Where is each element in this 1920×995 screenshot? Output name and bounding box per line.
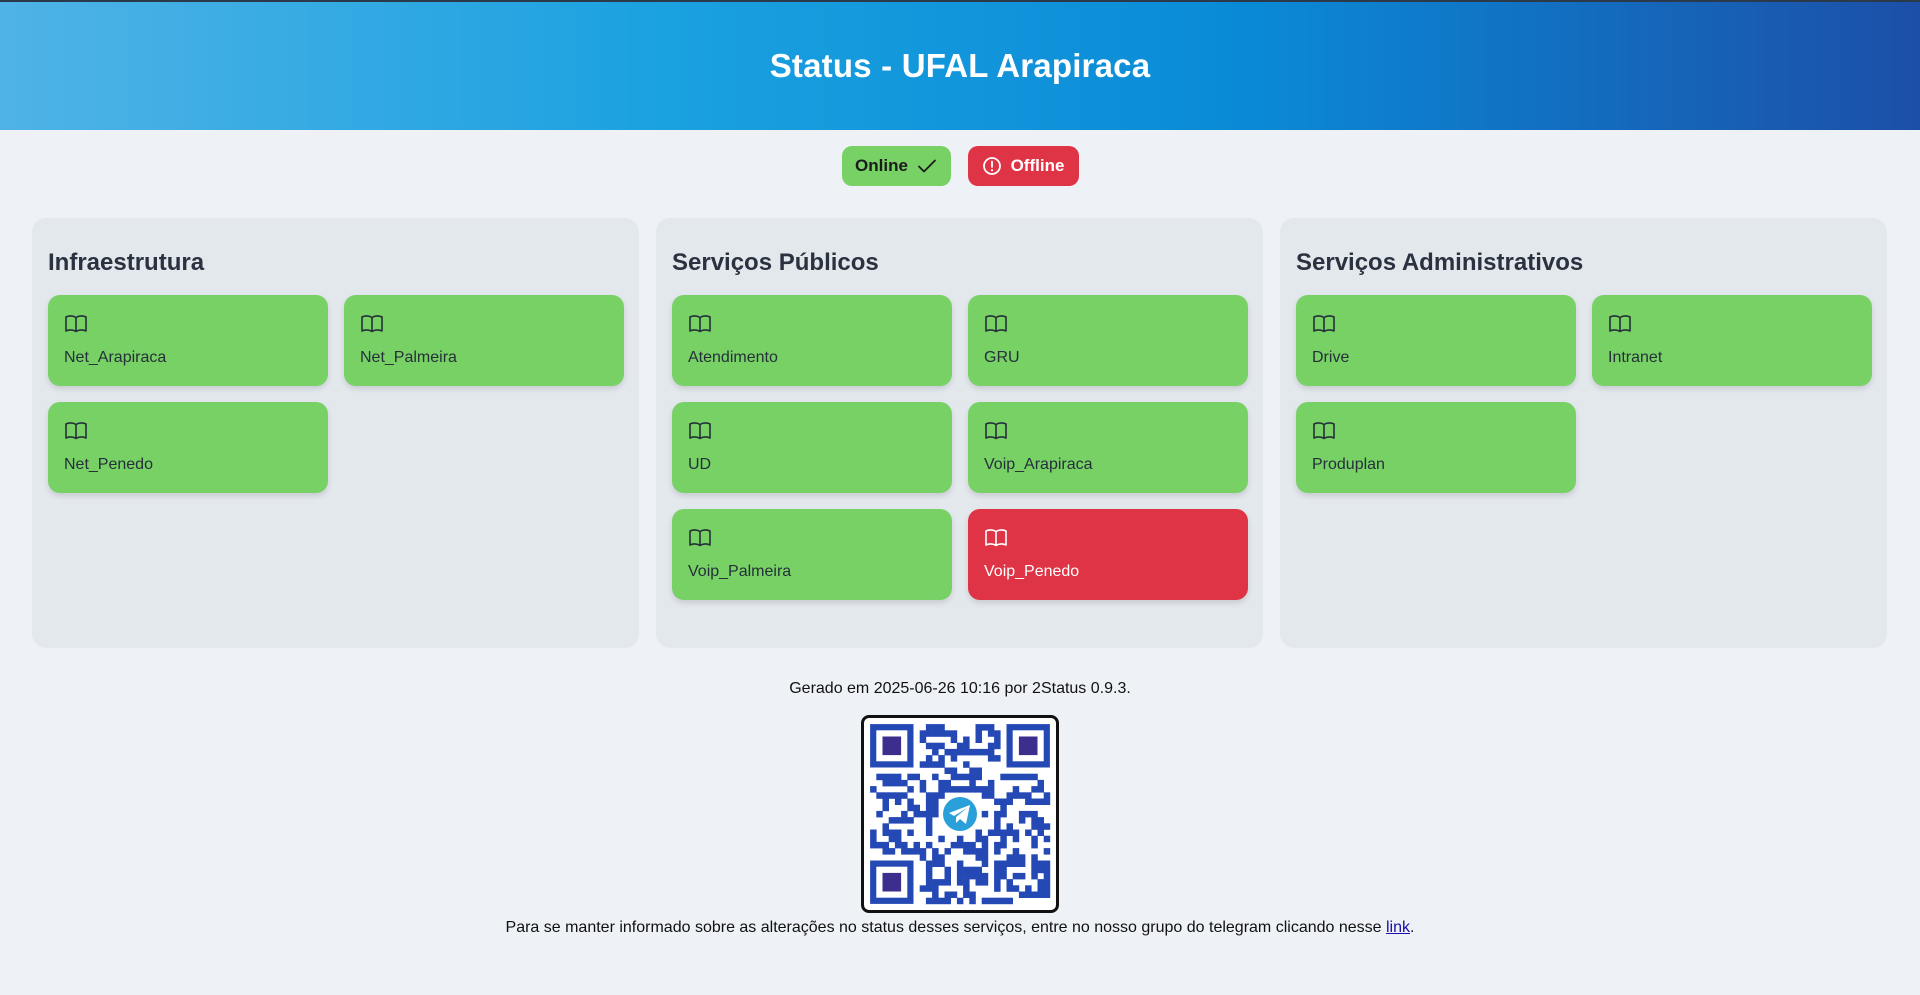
- group-title: Infraestrutura: [48, 249, 205, 276]
- service-name: Drive: [1312, 349, 1350, 366]
- generated-info: Gerado em 2025-06-26 10:16 por 2Status 0…: [789, 680, 1131, 697]
- book-open-icon: [360, 314, 608, 336]
- service-card[interactable]: Net_Arapiraca: [48, 295, 328, 386]
- service-name: Voip_Arapiraca: [984, 456, 1093, 473]
- service-card[interactable]: Intranet: [1592, 295, 1872, 386]
- book-open-icon: [64, 314, 312, 336]
- service-card-list: Net_Arapiraca Net_Palmeira Net_Penedo: [48, 295, 624, 493]
- service-card[interactable]: UD: [672, 402, 952, 493]
- offline-legend-badge: Offline: [967, 146, 1079, 186]
- service-name: Net_Palmeira: [360, 349, 457, 366]
- service-name: Voip_Palmeira: [688, 563, 792, 580]
- service-name: Atendimento: [688, 349, 778, 366]
- book-open-icon: [984, 421, 1232, 443]
- service-card[interactable]: GRU: [968, 295, 1248, 386]
- book-open-icon: [984, 528, 1232, 550]
- book-open-icon: [64, 421, 312, 443]
- header: Status - UFAL Arapiraca: [0, 0, 1920, 130]
- online-legend-badge: Online: [841, 146, 951, 186]
- telegram-info: Para se manter informado sobre as altera…: [0, 919, 1920, 937]
- service-card[interactable]: Net_Palmeira: [344, 295, 624, 386]
- service-name: Net_Arapiraca: [64, 349, 167, 366]
- online-legend-label: Online: [855, 156, 908, 175]
- telegram-qr-code: [861, 715, 1059, 913]
- service-card[interactable]: Drive: [1296, 295, 1576, 386]
- service-groups: Infraestrutura Net_Arapiraca Net_Palmeira N…: [32, 218, 1888, 648]
- group-title: Serviços Públicos: [672, 249, 879, 276]
- service-card[interactable]: Produplan: [1296, 402, 1576, 493]
- service-name: Net_Penedo: [64, 456, 153, 473]
- service-group: Serviços Públicos Atendimento GRU UD Voip_Ar…: [656, 218, 1263, 648]
- book-open-icon: [688, 314, 936, 336]
- service-card[interactable]: Atendimento: [672, 295, 952, 386]
- service-name: Intranet: [1608, 349, 1663, 366]
- book-open-icon: [688, 421, 936, 443]
- check-icon: [917, 158, 937, 174]
- telegram-link[interactable]: link: [1386, 919, 1410, 936]
- telegram-info-text: Para se manter informado sobre as altera…: [505, 919, 1382, 936]
- book-open-icon: [688, 528, 936, 550]
- service-name: Produplan: [1312, 456, 1385, 473]
- service-card[interactable]: Net_Penedo: [48, 402, 328, 493]
- book-open-icon: [1312, 421, 1560, 443]
- service-group: Infraestrutura Net_Arapiraca Net_Palmeira N…: [32, 218, 639, 648]
- book-open-icon: [1608, 314, 1856, 336]
- book-open-icon: [1312, 314, 1560, 336]
- service-card[interactable]: Voip_Penedo: [968, 509, 1248, 600]
- service-group: Serviços Administrativos Drive Intranet Pro…: [1280, 218, 1887, 648]
- service-name: UD: [688, 456, 712, 473]
- service-card[interactable]: Voip_Arapiraca: [968, 402, 1248, 493]
- status-legend: Online Offline: [0, 146, 1920, 186]
- telegram-info-suffix: .: [1410, 919, 1415, 936]
- service-card-list: Atendimento GRU UD Voip_Arapiraca Voip_Palme…: [672, 295, 1248, 600]
- group-title: Serviços Administrativos: [1296, 249, 1584, 276]
- page-title: Status - UFAL Arapiraca: [769, 47, 1151, 84]
- service-card-list: Drive Intranet Produplan: [1296, 295, 1872, 493]
- offline-legend-label: Offline: [1010, 156, 1065, 175]
- service-name: GRU: [984, 349, 1020, 366]
- service-card[interactable]: Voip_Palmeira: [672, 509, 952, 600]
- alert-circle-icon: [982, 156, 1002, 176]
- service-name: Voip_Penedo: [984, 563, 1080, 580]
- book-open-icon: [984, 314, 1232, 336]
